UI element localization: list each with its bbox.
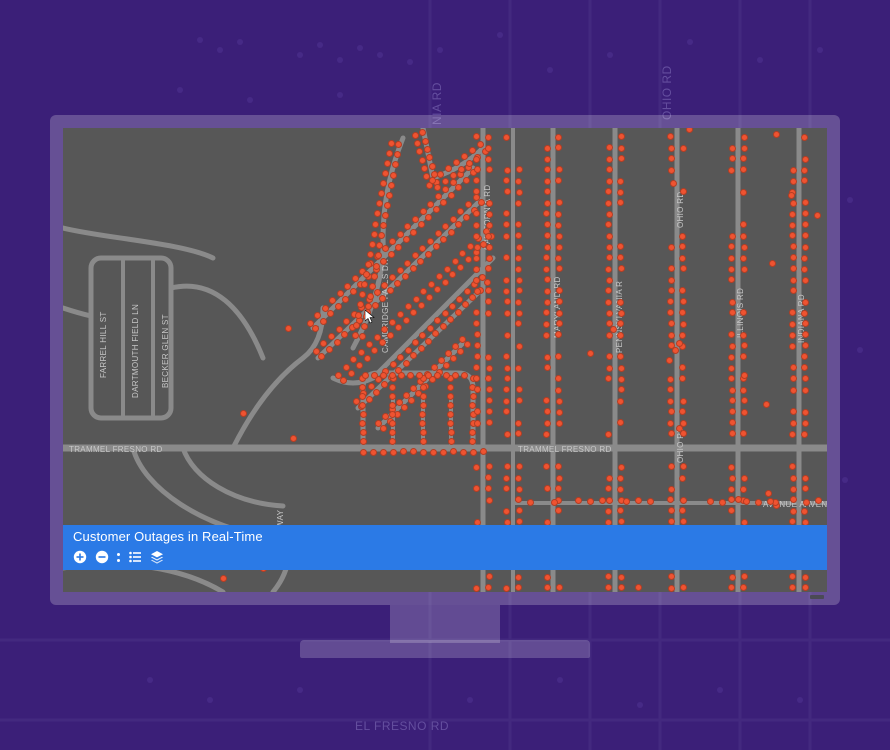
monitor-frame: FARREL HILL STDARTMOUTH FIELD LNBECKER G… bbox=[50, 115, 840, 605]
zoom-out-button[interactable] bbox=[95, 550, 109, 564]
toolbar-separator bbox=[117, 550, 120, 564]
zoom-in-button[interactable] bbox=[73, 550, 87, 564]
map-toolbar bbox=[73, 550, 817, 564]
legend-button[interactable] bbox=[128, 550, 142, 564]
layers-button[interactable] bbox=[150, 550, 164, 564]
map-title: Customer Outages in Real-Time bbox=[73, 529, 817, 544]
map-roads-layer bbox=[63, 128, 827, 592]
monitor-stand-base bbox=[300, 640, 590, 658]
monitor-stand-neck bbox=[390, 605, 500, 643]
map-footer-bar: Customer Outages in Real-Time bbox=[63, 525, 827, 570]
map-viewport[interactable]: FARREL HILL STDARTMOUTH FIELD LNBECKER G… bbox=[63, 128, 827, 592]
